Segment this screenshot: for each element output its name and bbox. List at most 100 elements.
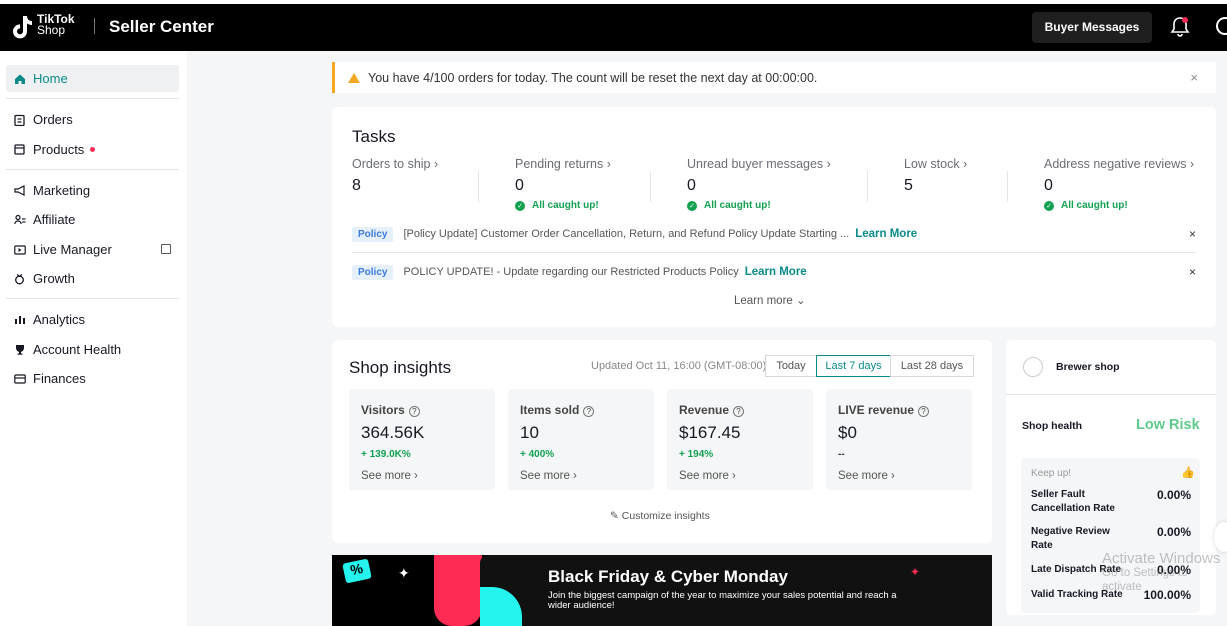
- task-label: Unread buyer messages ›: [687, 157, 831, 171]
- task-value: 5: [904, 177, 913, 194]
- close-icon[interactable]: ×: [1189, 265, 1196, 279]
- metric-label: Visitors?: [361, 403, 420, 417]
- task-negative-reviews[interactable]: Address negative reviews › 0 ✓ All caught…: [1044, 157, 1194, 211]
- chart-icon: [13, 313, 26, 326]
- metric-revenue[interactable]: Revenue? $167.45 + 194% See more ›: [667, 389, 813, 490]
- sidebar-item-marketing[interactable]: Marketing: [6, 177, 179, 204]
- check-icon: ✓: [687, 200, 697, 211]
- sidebar-item-live-manager[interactable]: Live Manager: [6, 236, 179, 263]
- live-icon: [13, 243, 26, 256]
- sidebar-item-label: Affiliate: [33, 212, 76, 227]
- sidebar-item-growth[interactable]: Growth: [6, 265, 179, 292]
- task-pending-returns[interactable]: Pending returns › 0 ✓ All caught up!: [515, 157, 611, 211]
- logo-line-2: Shop: [37, 23, 66, 37]
- sidebar-item-products[interactable]: Products: [6, 136, 179, 163]
- bell-icon[interactable]: [1170, 15, 1190, 37]
- sidebar-item-label: Home: [33, 71, 68, 86]
- sidebar-item-orders[interactable]: Orders: [6, 106, 179, 133]
- insights-title: Shop insights: [349, 358, 452, 377]
- sidebar-item-finances[interactable]: Finances: [6, 365, 179, 392]
- sidebar-item-label: Finances: [33, 371, 86, 386]
- sidebar-divider: [6, 98, 179, 99]
- metric-items-sold[interactable]: Items sold? 10 + 400% See more ›: [508, 389, 654, 490]
- help-icon[interactable]: ?: [918, 406, 930, 417]
- logo-text[interactable]: TikTok Shop: [37, 13, 75, 37]
- close-icon[interactable]: ×: [1189, 227, 1196, 241]
- alert-text: You have 4/100 orders for today. The cou…: [368, 70, 818, 85]
- task-separator: [1007, 171, 1008, 202]
- help-icon[interactable]: ?: [408, 406, 420, 417]
- task-label: Address negative reviews ›: [1044, 157, 1195, 171]
- help-icon[interactable]: ?: [733, 406, 745, 417]
- windows-activation-watermark: Activate Windows Go to Settings to activ…: [1102, 551, 1227, 594]
- policy-badge: Policy: [352, 226, 394, 242]
- sidebar-item-home[interactable]: Home: [6, 65, 179, 92]
- metric-label: Revenue?: [679, 403, 745, 417]
- warning-icon: [348, 72, 360, 83]
- task-orders-to-ship[interactable]: Orders to ship › 8: [352, 157, 438, 195]
- see-more-link[interactable]: See more ›: [838, 470, 895, 482]
- shop-header[interactable]: Brewer shop: [1006, 340, 1216, 395]
- metric-change: + 194%: [679, 449, 714, 460]
- home-icon: [13, 72, 26, 85]
- sidebar-item-label: Analytics: [33, 312, 86, 327]
- task-low-stock[interactable]: Low stock › 5: [904, 157, 967, 195]
- learn-more-link[interactable]: Learn More: [745, 266, 807, 278]
- shop-name: Brewer shop: [1056, 361, 1120, 373]
- tasks-card: Tasks Orders to ship › 8 Pending returns…: [332, 107, 1216, 327]
- sidebar-item-label: Growth: [33, 271, 75, 286]
- task-value: 0: [515, 177, 524, 194]
- range-today[interactable]: Today: [765, 355, 817, 377]
- sidebar-divider: [6, 169, 179, 170]
- sidebar-item-label: Products: [33, 142, 85, 157]
- rate-value: 0.00%: [1156, 525, 1191, 539]
- tiktok-logo-icon[interactable]: [11, 14, 33, 40]
- growth-icon: [13, 272, 26, 285]
- see-more-link[interactable]: See more ›: [361, 470, 418, 482]
- sidebar-item-analytics[interactable]: Analytics: [6, 306, 179, 333]
- see-more-link[interactable]: See more ›: [679, 470, 736, 482]
- task-unread-messages[interactable]: Unread buyer messages › 0 ✓ All caught up…: [687, 157, 831, 211]
- task-separator: [478, 171, 479, 202]
- task-label: Pending returns ›: [515, 157, 611, 171]
- discount-tag-icon: %: [342, 558, 372, 584]
- check-icon: ✓: [515, 200, 525, 211]
- logo-separator: [94, 18, 95, 34]
- buyer-messages-button[interactable]: Buyer Messages: [1032, 12, 1152, 43]
- customize-insights-button[interactable]: ✎ Customize insights: [610, 510, 710, 522]
- policy-badge: Policy: [352, 264, 394, 280]
- external-link-icon: [161, 244, 171, 254]
- learn-more-expand[interactable]: Learn more ⌄: [734, 293, 806, 307]
- scroll-handle[interactable]: [1214, 522, 1227, 552]
- learn-more-link[interactable]: Learn More: [855, 228, 917, 240]
- black-friday-banner[interactable]: % ✦ ✦ Black Friday & Cyber Monday Join t…: [332, 555, 992, 626]
- shop-health-label: Shop health: [1022, 420, 1083, 432]
- task-value: 8: [352, 177, 361, 194]
- help-icon[interactable]: [1216, 17, 1227, 35]
- people-icon: [13, 213, 26, 226]
- sparkle-icon: ✦: [910, 565, 921, 579]
- health-rate-row: Negative Review Rate 0.00%: [1031, 525, 1191, 553]
- edit-icon: ✎: [610, 510, 619, 522]
- megaphone-icon: [13, 184, 26, 197]
- metric-visitors[interactable]: Visitors? 364.56K + 139.0K% See more ›: [349, 389, 495, 490]
- range-last-28-days[interactable]: Last 28 days: [890, 355, 974, 377]
- metric-live-revenue[interactable]: LIVE revenue? $0 -- See more ›: [826, 389, 972, 490]
- box-icon: [13, 143, 26, 156]
- range-last-7-days[interactable]: Last 7 days: [816, 355, 891, 377]
- wallet-icon: [13, 372, 26, 385]
- sparkle-icon: ✦: [398, 565, 410, 581]
- help-icon[interactable]: ?: [583, 406, 595, 417]
- banner-decoration: [434, 555, 482, 626]
- sidebar-item-account-health[interactable]: Account Health: [6, 336, 179, 363]
- metric-label-text: Items sold: [520, 403, 580, 417]
- close-icon[interactable]: ×: [1190, 70, 1198, 85]
- shop-health-value: Low Risk: [1136, 417, 1200, 433]
- metric-value: 10: [520, 423, 539, 442]
- task-status: ✓ All caught up!: [515, 200, 611, 211]
- sidebar-item-label: Live Manager: [33, 242, 112, 257]
- see-more-link[interactable]: See more ›: [520, 470, 577, 482]
- banner-subtitle: Join the biggest campaign of the year to…: [548, 590, 897, 611]
- sidebar-item-affiliate[interactable]: Affiliate: [6, 206, 179, 233]
- metric-change: + 139.0K%: [361, 449, 411, 460]
